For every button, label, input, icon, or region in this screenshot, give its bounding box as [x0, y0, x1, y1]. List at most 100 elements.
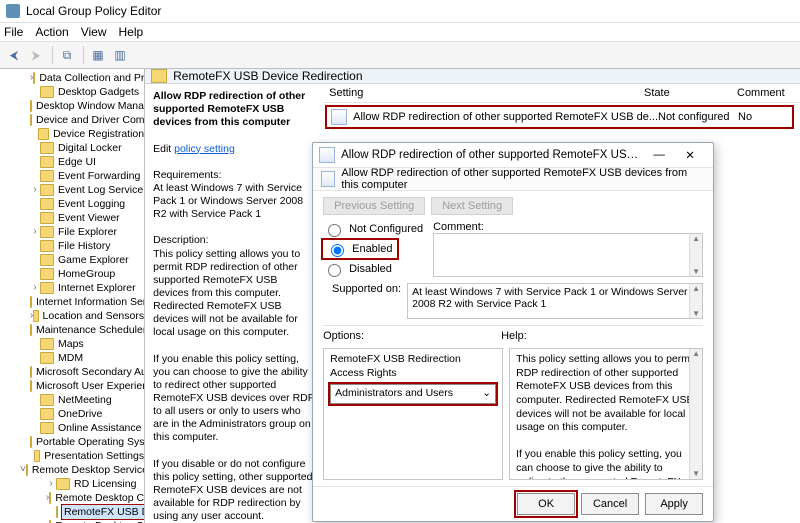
tree-item[interactable]: Maps — [0, 337, 144, 351]
highlighted-row: Allow RDP redirection of other supported… — [325, 105, 794, 129]
forward-button[interactable]: ⮞ — [26, 45, 46, 65]
tree-item[interactable]: › Internet Explorer — [0, 281, 144, 295]
tree-twisty-icon[interactable]: › — [46, 477, 56, 491]
access-rights-combo[interactable]: Administrators and Users ⌄ — [330, 384, 496, 404]
folder-icon — [30, 380, 32, 392]
scrollbar[interactable] — [689, 284, 702, 318]
tree-item-label: NetMeeting — [58, 393, 112, 407]
tree-item[interactable]: ›Remote Desktop Session Host — [0, 519, 144, 523]
menu-action[interactable]: Action — [35, 25, 68, 39]
tree-item[interactable]: Presentation Settings — [0, 449, 144, 463]
previous-setting-button[interactable]: Previous Setting — [323, 197, 425, 215]
refresh-button[interactable]: ▦ — [88, 45, 108, 65]
tree-item[interactable]: ›Location and Sensors — [0, 309, 144, 323]
tree-item[interactable]: ›RD Licensing — [0, 477, 144, 491]
tree-item-label: Event Forwarding — [58, 169, 140, 183]
tree-item-label: Location and Sensors — [43, 309, 145, 323]
dialog-title: Allow RDP redirection of other supported… — [341, 149, 645, 161]
folder-icon — [40, 282, 54, 294]
menu-file[interactable]: File — [4, 25, 23, 39]
tree-item[interactable]: Portable Operating System — [0, 435, 144, 449]
minimize-button[interactable]: — — [645, 149, 673, 161]
menu-view[interactable]: View — [81, 25, 107, 39]
list-header[interactable]: Setting State Comment — [323, 84, 800, 103]
tree-item-label: Data Collection and Preview Builds — [39, 71, 145, 85]
tree-item[interactable]: Event Logging — [0, 197, 144, 211]
tree-item[interactable]: Maintenance Scheduler — [0, 323, 144, 337]
tree-item[interactable]: ›Remote Desktop Connection Client — [0, 491, 144, 505]
folder-icon — [40, 408, 54, 420]
tree-twisty-icon[interactable]: › — [30, 281, 40, 295]
tree-twisty-icon[interactable]: › — [30, 183, 40, 197]
folder-icon — [40, 254, 54, 266]
tree-item[interactable]: Device Registration — [0, 127, 144, 141]
tree-item[interactable]: Event Viewer — [0, 211, 144, 225]
row-setting: Allow RDP redirection of other supported… — [353, 111, 658, 123]
tree-item[interactable]: Microsoft User Experience Virtualization — [0, 379, 144, 393]
tree-item[interactable]: NetMeeting — [0, 393, 144, 407]
radio-enabled[interactable]: Enabled — [323, 240, 397, 258]
folder-icon — [40, 338, 54, 350]
comment-textbox[interactable] — [433, 233, 703, 277]
tree-item[interactable]: RemoteFX USB Device Redirection — [0, 505, 144, 519]
tree-item[interactable]: Game Explorer — [0, 253, 144, 267]
tree-item[interactable]: Edge UI — [0, 155, 144, 169]
tree-item[interactable]: Digital Locker — [0, 141, 144, 155]
toolbar-separator — [52, 46, 53, 64]
apply-button[interactable]: Apply — [645, 493, 703, 515]
policy-icon — [331, 109, 347, 125]
close-button[interactable]: ✕ — [673, 145, 707, 165]
folder-icon — [40, 212, 54, 224]
tree-twisty-icon[interactable]: › — [30, 225, 40, 239]
tree-item-label: Desktop Window Manager — [36, 99, 145, 113]
menu-help[interactable]: Help — [119, 25, 144, 39]
tree-pane[interactable]: ›Data Collection and Preview BuildsDeskt… — [0, 69, 145, 523]
col-comment[interactable]: Comment — [731, 84, 800, 102]
tree-item[interactable]: Microsoft Secondary Authentication Facto… — [0, 365, 144, 379]
tree-item[interactable]: OneDrive — [0, 407, 144, 421]
row-comment: No — [738, 111, 788, 123]
scrollbar[interactable] — [689, 349, 702, 479]
scrollbar[interactable] — [689, 234, 702, 276]
ok-button[interactable]: OK — [517, 493, 575, 515]
folder-icon — [40, 156, 54, 168]
tree-item[interactable]: ˅ Remote Desktop Services — [0, 463, 144, 477]
dialog-subheader: Allow RDP redirection of other supported… — [313, 167, 713, 191]
filter-button[interactable]: ▥ — [110, 45, 130, 65]
tree-item-label: Device Registration — [53, 127, 144, 141]
tree-item[interactable]: Event Forwarding — [0, 169, 144, 183]
tree-item[interactable]: Device and Driver Compatibility — [0, 113, 144, 127]
next-setting-button[interactable]: Next Setting — [431, 197, 513, 215]
policy-row[interactable]: Allow RDP redirection of other supported… — [327, 107, 792, 127]
radio-not-configured[interactable]: Not Configured — [323, 221, 423, 237]
radio-disabled[interactable]: Disabled — [323, 261, 423, 277]
tree-twisty-icon[interactable]: ˅ — [20, 463, 26, 477]
edit-policy-link[interactable]: policy setting — [174, 143, 235, 155]
tree-item[interactable]: Online Assistance — [0, 421, 144, 435]
tree-item[interactable]: HomeGroup — [0, 267, 144, 281]
tree-item[interactable]: Internet Information Services — [0, 295, 144, 309]
requirements-label: Requirements: — [153, 169, 221, 181]
up-button[interactable]: ⧉ — [57, 45, 77, 65]
tree-item[interactable]: Desktop Gadgets — [0, 85, 144, 99]
tree-item-label: Internet Explorer — [58, 281, 136, 295]
tree-item[interactable]: File History — [0, 239, 144, 253]
dialog-titlebar[interactable]: Allow RDP redirection of other supported… — [313, 143, 713, 167]
cancel-button[interactable]: Cancel — [581, 493, 639, 515]
col-state[interactable]: State — [638, 84, 731, 102]
tree-item[interactable]: MDM — [0, 351, 144, 365]
policy-title: Allow RDP redirection of other supported… — [153, 90, 305, 128]
tree-item-label: OneDrive — [58, 407, 102, 421]
tree-item-label: Remote Desktop Services — [32, 463, 145, 477]
col-setting[interactable]: Setting — [323, 84, 638, 102]
supported-text: At least Windows 7 with Service Pack 1 o… — [407, 283, 703, 319]
tree-item[interactable]: ›Event Log Service — [0, 183, 144, 197]
tree-item[interactable]: ›Data Collection and Preview Builds — [0, 71, 144, 85]
tree-item[interactable]: ›File Explorer — [0, 225, 144, 239]
folder-icon — [40, 226, 54, 238]
app-icon — [6, 4, 20, 18]
tree-item[interactable]: Desktop Window Manager — [0, 99, 144, 113]
tree-item-label: Event Viewer — [58, 211, 120, 225]
back-button[interactable]: ⮜ — [4, 45, 24, 65]
folder-icon — [34, 450, 41, 462]
